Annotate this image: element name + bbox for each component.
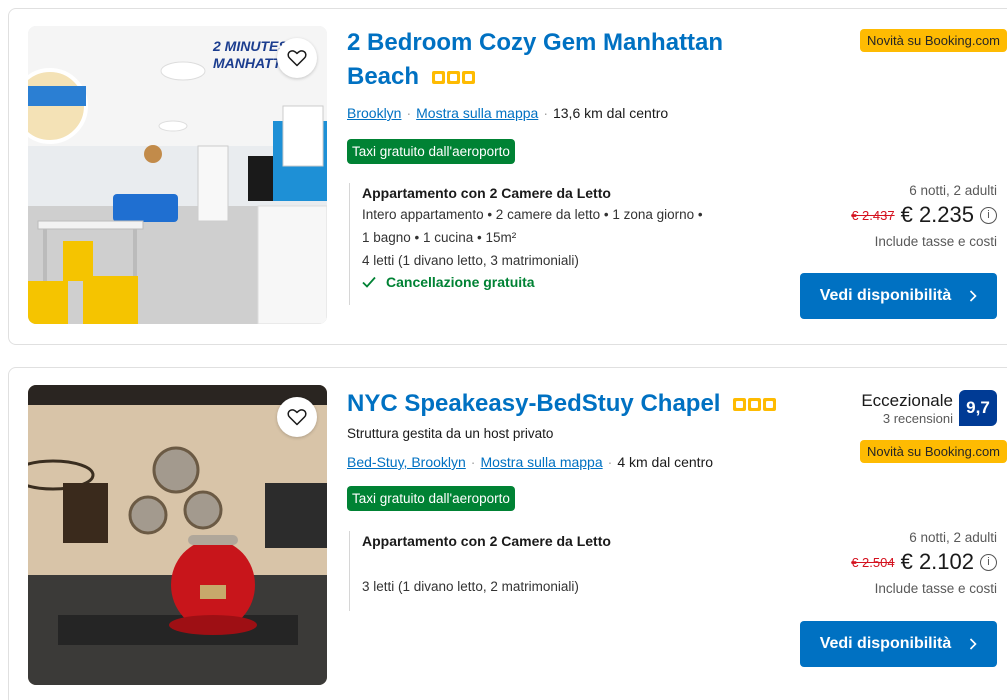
host-type: Struttura gestita da un host privato [347,426,554,441]
favorite-button[interactable] [277,397,317,437]
star-icon [748,398,762,412]
map-link[interactable]: Mostra sulla mappa [416,105,538,121]
chevron-right-icon [970,638,977,650]
property-photo[interactable]: 2 MINUTES MANHATTAN [28,26,327,324]
review-count: 3 recensioni [882,410,953,426]
star-rating [431,71,475,85]
taxes-note: Include tasse e costi [874,581,997,596]
review-word: Eccezionale [861,390,953,410]
property-title-text[interactable]: 2 Bedroom Cozy Gem Manhattan Beach [347,29,723,90]
unit-beds: 4 letti (1 divano letto, 3 matrimoniali) [362,253,579,268]
taxi-badge: Taxi gratuito dall'aeroporto [347,486,515,511]
heart-icon [287,409,307,426]
location-link[interactable]: Brooklyn [347,105,401,121]
original-price: € 2.437 [851,207,895,223]
star-icon [733,398,747,412]
distance-text: 4 km dal centro [617,454,714,470]
favorite-button[interactable] [277,38,317,78]
unit-details: Appartamento con 2 Camere da Letto 3 let… [349,531,611,611]
current-price: € 2.102 [900,549,974,574]
original-price: € 2.504 [851,554,895,570]
unit-description: 1 bagno • 1 cucina • 15m² [362,230,517,245]
info-icon[interactable]: i [980,553,997,571]
location-link[interactable]: Bed-Stuy, Brooklyn [347,454,466,470]
location-line: Brooklyn · Mostra sulla mappa · 13,6 km dal … [347,105,669,121]
star-icon [763,398,777,412]
new-on-booking-badge: Novità su Booking.com [860,29,1007,52]
free-cancellation: Cancellazione gratuita [362,274,703,290]
star-icon [461,71,475,85]
distance-text: 13,6 km dal centro [552,105,669,121]
score-badge: 9,7 [959,390,997,426]
chevron-right-icon [970,290,977,302]
property-card[interactable]: NYC Speakeasy-BedStuy Chapel Struttura g… [8,367,1007,700]
unit-name: Appartamento con 2 Camere da Letto [362,533,611,549]
property-title-text[interactable]: NYC Speakeasy-BedStuy Chapel [347,390,720,417]
new-on-booking-badge: Novità su Booking.com [860,440,1007,463]
check-icon [362,276,376,288]
property-title[interactable]: NYC Speakeasy-BedStuy Chapel [347,387,807,421]
see-availability-button[interactable]: Vedi disponibilità [800,621,997,667]
cta-label: Vedi disponibilità [819,287,952,304]
star-rating [733,398,777,412]
see-availability-button[interactable]: Vedi disponibilità [800,273,997,319]
taxi-badge: Taxi gratuito dall'aeroporto [347,139,515,164]
cancellation-text: Cancellazione gratuita [386,274,535,290]
info-icon[interactable]: i [980,206,997,224]
map-link[interactable]: Mostra sulla mappa [480,454,602,470]
property-title[interactable]: 2 Bedroom Cozy Gem Manhattan Beach [347,26,767,94]
review-score[interactable]: Eccezionale 3 recensioni 9,7 [861,390,997,426]
unit-details: Appartamento con 2 Camere da Letto Inter… [349,183,703,305]
taxes-note: Include tasse e costi [874,234,997,249]
heart-icon [287,50,307,67]
property-card[interactable]: 2 MINUTES MANHATTAN 2 Bedroom Cozy Gem M… [8,8,1007,345]
review-text: Eccezionale 3 recensioni [861,391,953,426]
unit-name: Appartamento con 2 Camere da Letto [362,185,611,201]
price-row: € 2.437 € 2.235 i [851,202,997,228]
location-line: Bed-Stuy, Brooklyn · Mostra sulla mappa · 4 … [347,454,714,470]
unit-description: Intero appartamento • 2 camere da letto … [362,207,703,222]
current-price: € 2.235 [900,202,974,227]
price-block: 6 notti, 2 adulti € 2.437 € 2.235 i Incl… [851,183,997,249]
price-block: 6 notti, 2 adulti € 2.504 € 2.102 i Incl… [851,530,997,596]
stay-length: 6 notti, 2 adulti [909,183,997,198]
price-row: € 2.504 € 2.102 i [851,549,997,575]
cta-label: Vedi disponibilità [819,635,952,652]
stay-length: 6 notti, 2 adulti [909,530,997,545]
unit-beds: 3 letti (1 divano letto, 2 matrimoniali) [362,579,579,594]
star-icon [446,71,460,85]
property-photo[interactable] [28,385,327,685]
star-icon [431,71,445,85]
